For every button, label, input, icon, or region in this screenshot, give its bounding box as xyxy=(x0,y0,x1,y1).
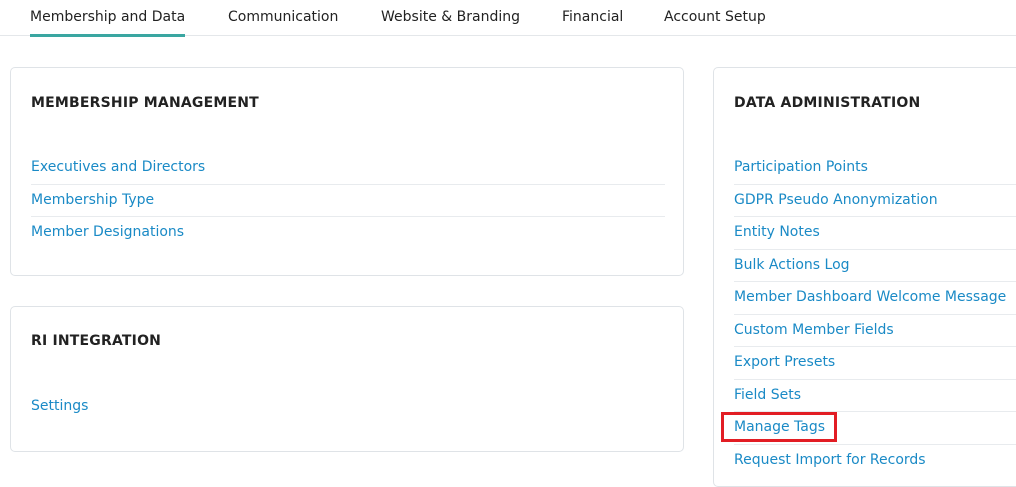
membership-management-card: MEMBERSHIP MANAGEMENT Executives and Dir… xyxy=(10,67,684,276)
tab-communication[interactable]: Communication xyxy=(228,0,338,36)
ri-integration-card: RI INTEGRATION Settings xyxy=(10,306,684,452)
link-export-presets[interactable]: Export Presets xyxy=(734,347,1016,380)
ri-integration-links: Settings xyxy=(31,391,665,424)
tab-financial[interactable]: Financial xyxy=(562,0,623,36)
link-gdpr-pseudo-anonymization[interactable]: GDPR Pseudo Anonymization xyxy=(734,185,1016,217)
data-administration-title: DATA ADMINISTRATION xyxy=(734,95,921,111)
link-field-sets[interactable]: Field Sets xyxy=(734,380,1016,412)
data-administration-card: DATA ADMINISTRATION Participation Points… xyxy=(713,67,1016,487)
link-custom-member-fields[interactable]: Custom Member Fields xyxy=(734,315,1016,347)
link-membership-type[interactable]: Membership Type xyxy=(31,185,665,217)
ri-integration-title: RI INTEGRATION xyxy=(31,333,162,349)
link-member-designations[interactable]: Member Designations xyxy=(31,217,665,250)
link-entity-notes[interactable]: Entity Notes xyxy=(734,217,1016,250)
membership-management-title: MEMBERSHIP MANAGEMENT xyxy=(31,95,259,111)
link-manage-tags[interactable]: Manage Tags xyxy=(721,412,838,442)
link-settings[interactable]: Settings xyxy=(31,391,665,424)
link-member-dashboard-welcome-message[interactable]: Member Dashboard Welcome Message xyxy=(734,282,1016,315)
link-request-import-for-records[interactable]: Request Import for Records xyxy=(734,445,1016,478)
tab-account-setup[interactable]: Account Setup xyxy=(664,0,766,36)
tab-membership-and-data[interactable]: Membership and Data xyxy=(30,0,186,37)
manage-tags-row: Manage Tags xyxy=(721,412,1016,445)
link-bulk-actions-log[interactable]: Bulk Actions Log xyxy=(734,250,1016,282)
top-tab-bar: Membership and Data Communication Websit… xyxy=(0,0,1016,37)
data-administration-links: Participation Points GDPR Pseudo Anonymi… xyxy=(721,152,1016,478)
link-participation-points[interactable]: Participation Points xyxy=(734,152,1016,185)
membership-management-links: Executives and Directors Membership Type… xyxy=(31,152,665,250)
tab-website-branding[interactable]: Website & Branding xyxy=(381,0,520,36)
link-executives-and-directors[interactable]: Executives and Directors xyxy=(31,152,665,185)
